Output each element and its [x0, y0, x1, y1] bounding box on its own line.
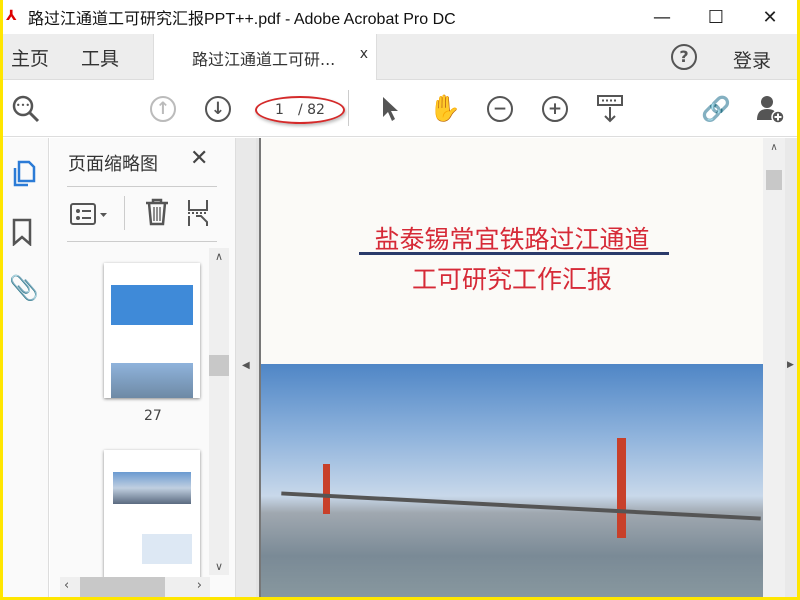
thumbnail-label: 27 [144, 408, 162, 424]
tab-document-label: 路过江通道工可研... [192, 50, 336, 69]
attachment-icon[interactable]: 📎 [9, 274, 39, 302]
tab-tools[interactable]: 工具 [81, 44, 119, 71]
thumbnails-panel: 页面缩略图 ✕ 27 ∧ ∨ ‹ › [50, 138, 236, 597]
window-title: 路过江通道工可研究汇报PPT++.pdf - Adobe Acrobat Pro… [28, 11, 456, 28]
search-icon[interactable]: ••• [9, 92, 43, 126]
tab-home[interactable]: 主页 [11, 44, 49, 71]
right-pane-toggle[interactable]: ▶ [785, 138, 797, 597]
delete-page-icon[interactable] [144, 198, 170, 230]
page-display-icon[interactable] [593, 92, 627, 126]
panel-close-button[interactable]: ✕ [190, 146, 208, 171]
previous-page-icon[interactable]: ↑ [146, 92, 180, 126]
document-title-line1: 盐泰锡常宜铁路过江通道 [374, 225, 650, 254]
next-page-icon[interactable]: ↓ [201, 92, 235, 126]
document-view: 盐泰锡常宜铁路过江通道 工可研究工作汇报 [256, 138, 777, 597]
toolbar-divider [348, 90, 349, 126]
document-vertical-scrollbar[interactable]: ∧ [763, 138, 785, 597]
acrobat-window: ⅄ 路过江通道工可研究汇报PPT++.pdf - Adobe Acrobat P… [3, 0, 797, 597]
divider [67, 186, 217, 187]
thumbnail-vertical-scrollbar[interactable]: ∧ ∨ [209, 248, 229, 575]
current-page-input[interactable]: 1 [275, 102, 284, 118]
login-button[interactable]: 登录 [733, 46, 771, 73]
scroll-down-icon[interactable]: ∨ [209, 560, 229, 573]
share-link-icon[interactable]: 🔗 [699, 92, 733, 126]
page-number-field[interactable]: 1 / 82 [255, 96, 345, 124]
page-thumbnails-icon[interactable] [10, 160, 36, 192]
help-icon[interactable]: ? [671, 44, 697, 70]
tab-document[interactable]: 路过江通道工可研... x [153, 34, 377, 81]
add-user-icon[interactable] [753, 92, 787, 126]
svg-text:•••: ••• [16, 101, 30, 110]
title-underline [359, 252, 669, 255]
divider [124, 196, 125, 230]
scroll-right-icon[interactable]: › [197, 578, 202, 593]
total-pages: / 82 [297, 102, 325, 118]
divider [67, 241, 217, 242]
page-thumbnail-27[interactable] [104, 263, 200, 398]
scroll-up-icon[interactable]: ∧ [763, 142, 785, 153]
collapse-panel-button[interactable]: ◀ [236, 138, 256, 597]
close-button[interactable]: ✕ [743, 0, 797, 34]
toolbar: ••• ↑ ↓ 1 / 82 ✋ − + 🔗 [3, 80, 797, 137]
maximize-button[interactable]: ☐ [689, 0, 743, 34]
tab-bar: 主页 工具 路过江通道工可研... x ? 登录 [3, 34, 797, 81]
pdf-page: 盐泰锡常宜铁路过江通道 工可研究工作汇报 [259, 138, 763, 597]
tab-close-button[interactable]: x [360, 46, 368, 62]
page-thumbnail-28[interactable] [104, 450, 200, 580]
bridge-photo [261, 364, 763, 597]
zoom-out-icon[interactable]: − [483, 92, 517, 126]
scroll-thumb[interactable] [209, 355, 229, 376]
zoom-in-icon[interactable]: + [538, 92, 572, 126]
title-bar: ⅄ 路过江通道工可研究汇报PPT++.pdf - Adobe Acrobat P… [3, 0, 797, 34]
thumbnail-options-icon[interactable] [70, 202, 110, 230]
bookmark-icon[interactable] [11, 218, 33, 250]
hand-tool-icon[interactable]: ✋ [428, 92, 462, 126]
scroll-up-icon[interactable]: ∧ [209, 250, 229, 263]
scroll-thumb[interactable] [80, 577, 165, 597]
scroll-thumb[interactable] [766, 170, 782, 190]
collapse-left-icon: ◀ [242, 360, 250, 371]
panel-title: 页面缩略图 [68, 154, 158, 175]
minimize-button[interactable]: — [635, 0, 689, 34]
scroll-left-icon[interactable]: ‹ [64, 578, 69, 593]
select-cursor-icon[interactable] [373, 92, 407, 126]
document-title-line2: 工可研究工作汇报 [411, 265, 612, 294]
acrobat-logo-icon: ⅄ [6, 8, 17, 24]
thumbnail-horizontal-scrollbar[interactable]: ‹ › [60, 577, 210, 597]
left-navigation-rail: 📎 [3, 138, 49, 597]
expand-right-pane-icon: ▶ [787, 360, 794, 370]
extract-page-icon[interactable] [186, 198, 210, 232]
